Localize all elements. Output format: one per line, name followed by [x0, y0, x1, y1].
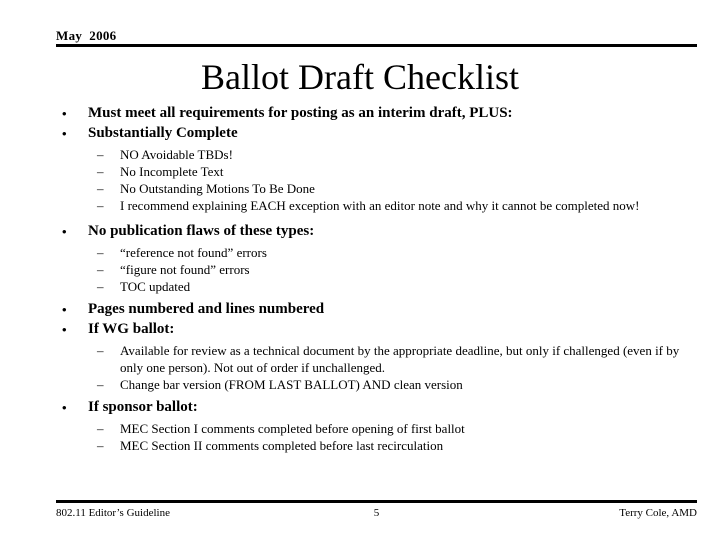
sub-bullet-item-toc-updated: – TOC updated: [56, 278, 704, 295]
slide-footer: 802.11 Editor’s Guideline 5 Terry Cole, …: [56, 500, 697, 522]
dash-marker-icon: –: [97, 279, 104, 294]
sub-bullet-text: “reference not found” errors: [120, 245, 267, 260]
header-date: May 2006: [56, 28, 117, 43]
bullet-marker-icon: •: [62, 400, 67, 415]
bullet-text: Pages numbered and lines numbered: [88, 301, 325, 317]
sub-bullet-item-no-outstanding-motions: – No Outstanding Motions To Be Done: [56, 180, 704, 197]
sub-bullet-text: MEC Section II comments completed before…: [120, 438, 444, 453]
bullet-item-if-wg-ballot: • If WG ballot:: [56, 320, 704, 339]
sub-bullet-item-recommend-explaining-exceptions: – I recommend explaining EACH exception …: [56, 197, 704, 214]
dash-marker-icon: –: [97, 245, 104, 260]
bullet-text: If sponsor ballot:: [88, 399, 198, 415]
bullet-item-no-publication-flaws: • No publication flaws of these types:: [56, 222, 704, 241]
sub-bullet-text: “figure not found” errors: [120, 262, 250, 277]
dash-marker-icon: –: [97, 438, 104, 453]
dash-marker-icon: –: [97, 147, 104, 162]
sub-bullet-item-no-avoidable-tbds: – NO Avoidable TBDs!: [56, 146, 704, 163]
footer-row: 802.11 Editor’s Guideline 5 Terry Cole, …: [56, 506, 697, 522]
dash-marker-icon: –: [97, 377, 104, 392]
slide-canvas: { "header": { "date": "May 2006" }, "tit…: [0, 0, 720, 540]
dash-marker-icon: –: [97, 164, 104, 179]
slide-body: • Must meet all requirements for posting…: [56, 104, 704, 454]
sub-bullet-text: No Incomplete Text: [120, 164, 224, 179]
bullet-text: If WG ballot:: [88, 321, 175, 337]
bullet-item-must-meet-requirements: • Must meet all requirements for posting…: [56, 104, 704, 123]
sub-bullet-text: NO Avoidable TBDs!: [120, 147, 233, 162]
bullet-text: Must meet all requirements for posting a…: [88, 105, 513, 121]
sub-bullet-item-mec-section-2: – MEC Section II comments completed befo…: [56, 437, 704, 454]
dash-marker-icon: –: [97, 262, 104, 277]
sub-bullet-item-change-bar-version: – Change bar version (FROM LAST BALLOT) …: [56, 376, 704, 393]
sub-bullet-item-figure-not-found: – “figure not found” errors: [56, 261, 704, 278]
footer-divider: [56, 500, 697, 503]
page-title: Ballot Draft Checklist: [201, 57, 519, 97]
dash-marker-icon: –: [97, 421, 104, 436]
bullet-item-if-sponsor-ballot: • If sponsor ballot:: [56, 398, 704, 417]
slide-header: May 2006: [56, 28, 697, 47]
sub-bullet-item-mec-section-1: – MEC Section I comments completed befor…: [56, 420, 704, 437]
bullet-item-substantially-complete: • Substantially Complete: [56, 124, 704, 143]
sub-bullet-item-no-incomplete-text: – No Incomplete Text: [56, 163, 704, 180]
bullet-marker-icon: •: [62, 322, 67, 337]
sub-bullet-text: I recommend explaining EACH exception wi…: [120, 198, 640, 213]
bullet-marker-icon: •: [62, 224, 67, 239]
header-divider: [56, 44, 697, 47]
sub-bullet-item-available-for-review: – Available for review as a technical do…: [56, 342, 704, 376]
sub-bullet-item-reference-not-found: – “reference not found” errors: [56, 244, 704, 261]
bullet-marker-icon: •: [62, 106, 67, 121]
footer-author: Terry Cole, AMD: [619, 507, 697, 519]
dash-marker-icon: –: [97, 181, 104, 196]
sub-bullet-text: TOC updated: [120, 279, 191, 294]
bullet-marker-icon: •: [62, 126, 67, 141]
sub-bullet-text: Change bar version (FROM LAST BALLOT) AN…: [120, 377, 463, 392]
dash-marker-icon: –: [97, 343, 104, 358]
sub-bullet-text: No Outstanding Motions To Be Done: [120, 181, 315, 196]
sub-bullet-text: Available for review as a technical docu…: [120, 343, 680, 375]
dash-marker-icon: –: [97, 198, 104, 213]
bullet-item-pages-numbered: • Pages numbered and lines numbered: [56, 300, 704, 319]
bullet-marker-icon: •: [62, 302, 67, 317]
footer-page-number: 5: [373, 507, 380, 519]
sub-bullet-text: MEC Section I comments completed before …: [120, 421, 465, 436]
bullet-text: No publication flaws of these types:: [88, 223, 315, 239]
bullet-text: Substantially Complete: [88, 125, 238, 141]
